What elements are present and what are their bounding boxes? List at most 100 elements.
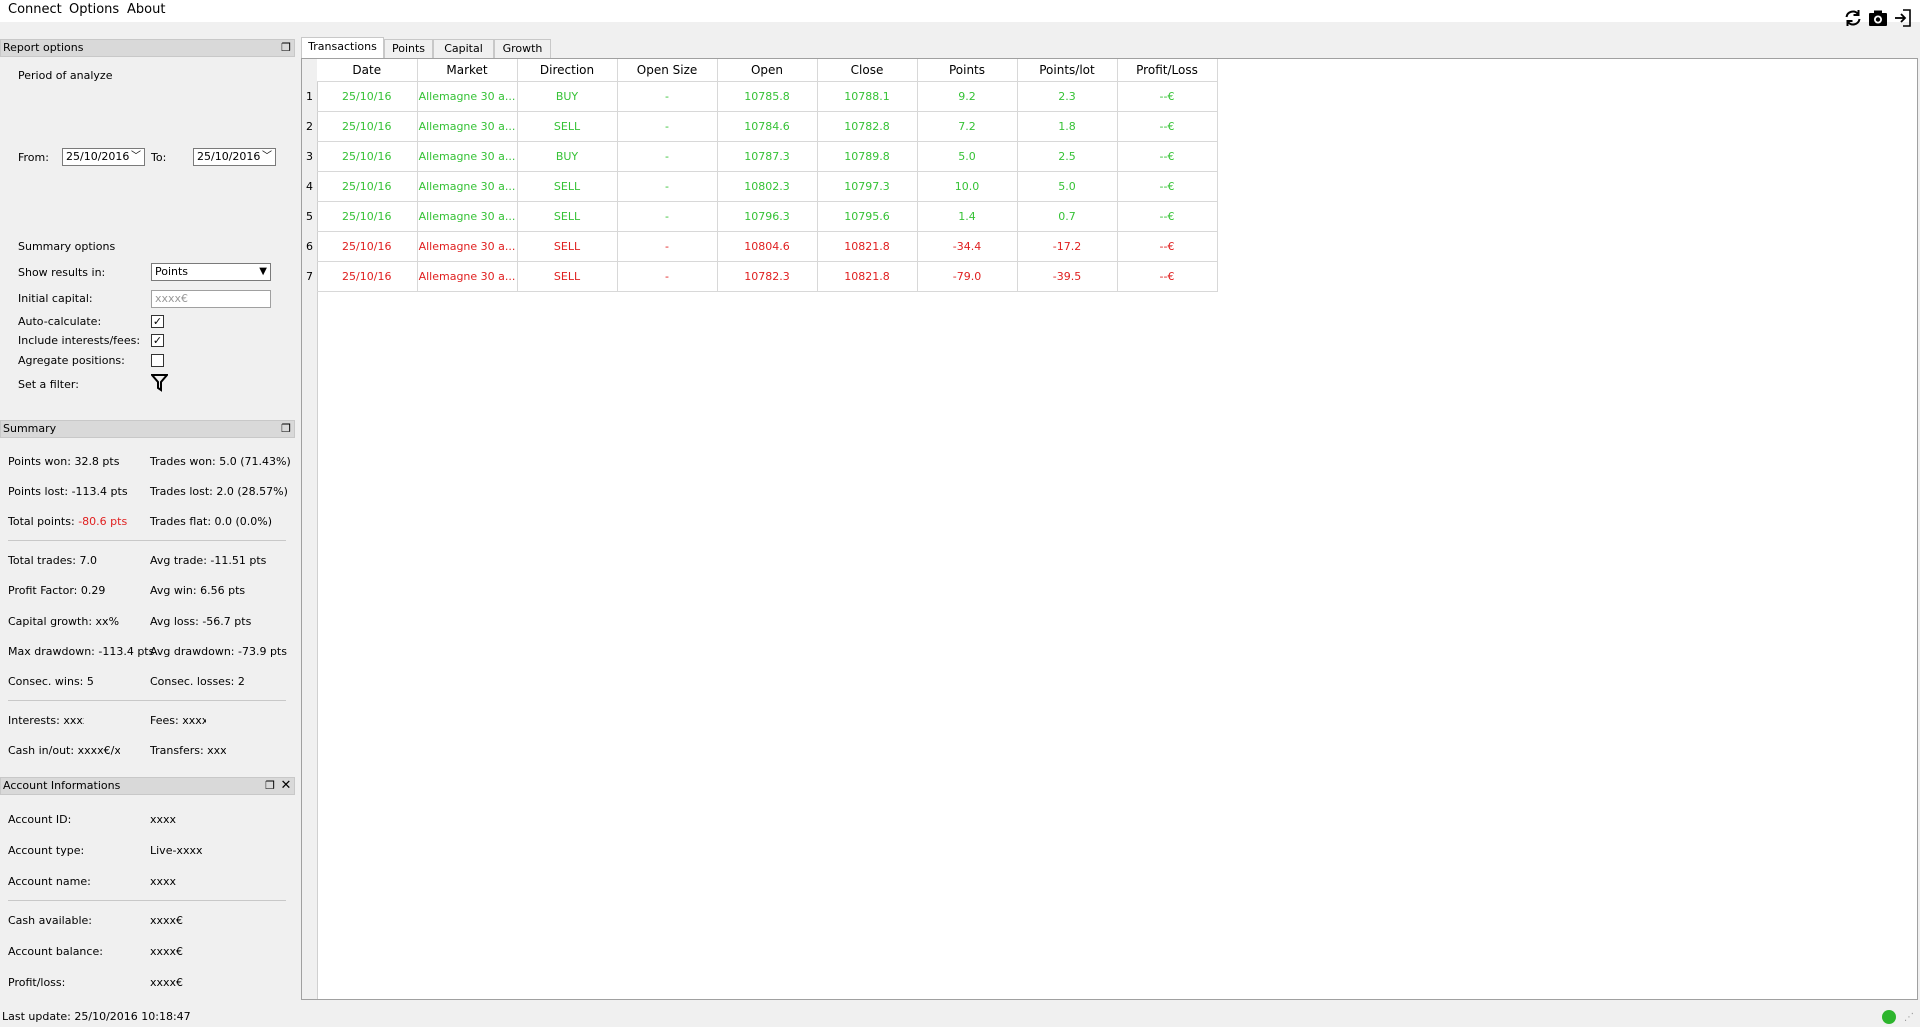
column-header-profit-loss[interactable]: Profit/Loss — [1117, 59, 1218, 82]
column-header-points-lot[interactable]: Points/lot — [1017, 59, 1118, 82]
divider — [8, 900, 286, 901]
column-header-close[interactable]: Close — [817, 59, 918, 82]
account-type-label: Account type: — [8, 844, 85, 857]
to-label: To: — [151, 151, 167, 164]
aggregate-positions-checkbox[interactable] — [151, 354, 164, 367]
table-cell: 10802.3 — [717, 171, 818, 202]
column-header-direction[interactable]: Direction — [517, 59, 618, 82]
table-cell: --€ — [1117, 81, 1218, 112]
table-cell: - — [617, 81, 718, 112]
set-filter-label: Set a filter: — [18, 378, 79, 391]
table-cell: SELL — [517, 201, 618, 232]
interests: Interests: xxxx — [8, 714, 84, 727]
from-date-picker[interactable]: 25/10/2016 ﹀ — [62, 148, 145, 166]
table-cell: Allemagne 30 a... — [417, 141, 518, 172]
close-icon[interactable]: ✕ — [279, 779, 293, 793]
table-cell: 5.0 — [917, 141, 1018, 172]
column-header-date[interactable]: Date — [317, 59, 418, 82]
table-cell: 25/10/16 — [317, 141, 418, 172]
tab-capital[interactable]: Capital — [433, 39, 494, 58]
consec-wins: Consec. wins: 5 — [8, 675, 94, 688]
table-cell: 0.7 — [1017, 201, 1118, 232]
table-row[interactable]: 25/10/16 Allemagne 30 a... SELL -10802.3 107… — [317, 171, 1218, 202]
include-interests-checkbox[interactable]: ✓ — [151, 334, 164, 347]
tab-growth[interactable]: Growth — [494, 39, 551, 58]
table-cell: 25/10/16 — [317, 201, 418, 232]
table-cell: Allemagne 30 a... — [417, 171, 518, 202]
table-cell: 10796.3 — [717, 201, 818, 232]
table-row[interactable]: 25/10/16 Allemagne 30 a... SELL -10804.6 108… — [317, 231, 1218, 262]
table-cell: SELL — [517, 231, 618, 262]
table-row[interactable]: 25/10/16 Allemagne 30 a... SELL -10782.3 108… — [317, 261, 1218, 292]
tab-transactions[interactable]: Transactions — [301, 37, 384, 59]
refresh-icon[interactable] — [1843, 8, 1863, 28]
row-number: 7 — [306, 270, 313, 283]
last-update: Last update: 25/10/2016 10:18:47 — [2, 1010, 191, 1023]
table-cell: -39.5 — [1017, 261, 1118, 292]
table-cell: -79.0 — [917, 261, 1018, 292]
filter-icon[interactable] — [151, 374, 168, 392]
menu-about[interactable]: About — [127, 2, 165, 17]
column-header-points[interactable]: Points — [917, 59, 1018, 82]
fees: Fees: xxxx — [150, 714, 206, 727]
row-number: 4 — [306, 180, 313, 193]
table-cell: --€ — [1117, 231, 1218, 262]
table-cell: -17.2 — [1017, 231, 1118, 262]
row-number: 6 — [306, 240, 313, 253]
menu-options[interactable]: Options — [69, 2, 119, 17]
column-header-open-size[interactable]: Open Size — [617, 59, 718, 82]
menu-connect[interactable]: Connect — [8, 2, 62, 17]
float-icon[interactable]: ❐ — [279, 41, 293, 55]
transfers: Transfers: xxxx — [150, 744, 226, 757]
resize-grip-icon[interactable]: ⋰ — [1904, 1012, 1914, 1023]
column-header-open[interactable]: Open — [717, 59, 818, 82]
exit-icon[interactable] — [1893, 8, 1913, 28]
table-cell: BUY — [517, 141, 618, 172]
row-number: 1 — [306, 90, 313, 103]
float-icon[interactable]: ❐ — [263, 779, 277, 793]
trades-lost: Trades lost: 2.0 (28.57%) — [150, 485, 288, 498]
row-number: 5 — [306, 210, 313, 223]
table-cell: --€ — [1117, 141, 1218, 172]
trades-flat: Trades flat: 0.0 (0.0%) — [150, 515, 273, 528]
table-cell: 25/10/16 — [317, 81, 418, 112]
row-header-column: 1 2 3 4 5 6 7 — [302, 59, 318, 999]
divider — [8, 540, 286, 541]
table-cell: 2.3 — [1017, 81, 1118, 112]
auto-calculate-checkbox[interactable]: ✓ — [151, 315, 164, 328]
tab-points[interactable]: Points — [384, 39, 433, 58]
table-cell: Allemagne 30 a... — [417, 261, 518, 292]
table-row[interactable]: 25/10/16 Allemagne 30 a... SELL -10796.3 107… — [317, 201, 1218, 232]
float-icon[interactable]: ❐ — [279, 422, 293, 436]
table-body: 25/10/16 Allemagne 30 a... BUY -10785.8 1078… — [317, 81, 1218, 292]
initial-capital-input[interactable]: xxxx€ — [151, 290, 271, 308]
summary-title: Summary ❐ — [0, 420, 295, 438]
total-points-value: -80.6 pts — [78, 515, 128, 528]
table-cell: 25/10/16 — [317, 111, 418, 142]
account-id-value: xxxx — [150, 813, 177, 826]
row-number: 2 — [306, 120, 313, 133]
table-cell: 9.2 — [917, 81, 1018, 112]
table-cell: 7.2 — [917, 111, 1018, 142]
table-cell: Allemagne 30 a... — [417, 111, 518, 142]
row-number: 3 — [306, 150, 313, 163]
report-options-title: Report options ❐ — [0, 39, 295, 57]
table-row[interactable]: 25/10/16 Allemagne 30 a... BUY -10787.3 1078… — [317, 141, 1218, 172]
table-row[interactable]: 25/10/16 Allemagne 30 a... BUY -10785.8 1078… — [317, 81, 1218, 112]
show-results-select[interactable]: Points ▼ — [151, 263, 271, 281]
to-date-picker[interactable]: 25/10/2016 ﹀ — [193, 148, 276, 166]
account-name-value: xxxx — [150, 875, 177, 888]
aggregate-positions-label: Agregate positions: — [18, 354, 125, 367]
table-cell: 10784.6 — [717, 111, 818, 142]
camera-icon[interactable] — [1868, 8, 1888, 28]
table-cell: 10782.8 — [817, 111, 918, 142]
table-cell: Allemagne 30 a... — [417, 81, 518, 112]
table-row[interactable]: 25/10/16 Allemagne 30 a... SELL -10784.6 107… — [317, 111, 1218, 142]
account-balance-label: Account balance: — [8, 945, 103, 958]
chevron-down-icon: ﹀ — [262, 151, 272, 162]
transactions-table: 1 2 3 4 5 6 7 Date Market Direction Open Size Open… — [301, 58, 1918, 1000]
column-header-market[interactable]: Market — [417, 59, 518, 82]
table-cell: Allemagne 30 a... — [417, 231, 518, 262]
account-type-value: Live-xxxx — [150, 844, 203, 857]
table-cell: SELL — [517, 111, 618, 142]
